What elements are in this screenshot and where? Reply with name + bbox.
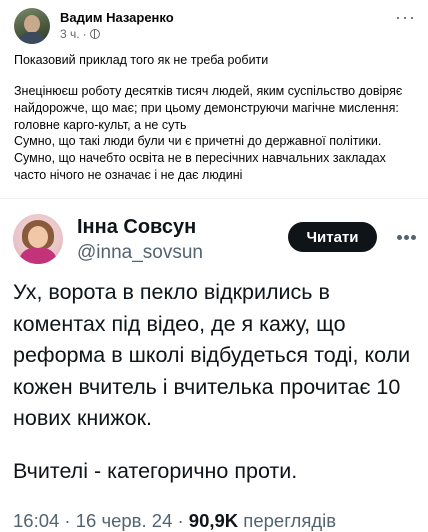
shared-tweet-screenshot: Інна Совсун @inna_sovsun Читати Ух, воро… — [0, 198, 428, 532]
post-meta: 3 ч. · — [60, 27, 100, 41]
post-paragraph: Показовий приклад того як не треба робит… — [14, 53, 269, 67]
author-avatar[interactable] — [14, 8, 50, 44]
follow-button: Читати — [288, 222, 377, 252]
dot — [404, 235, 409, 240]
avatar-body — [19, 248, 57, 264]
post-time[interactable]: 3 ч. — [60, 27, 80, 41]
more-options-icon[interactable]: ··· — [395, 8, 416, 26]
tweet-more-icon — [397, 235, 417, 241]
dot — [411, 235, 416, 240]
avatar-face — [28, 226, 48, 248]
tweet-text: Ух, ворота в пекло відкрились в коментах… — [13, 280, 411, 430]
tweet-text-second: Вчителі - категорично проти. — [13, 459, 298, 483]
post-paragraph: Знецінюєш роботу десятків тисяч людей, я… — [14, 84, 403, 132]
post-paragraph: Сумно, що такі люди були чи є причетні д… — [14, 134, 386, 182]
tweet-timestamp: 16:04 · 16 черв. 24 · — [13, 510, 189, 531]
views-label: переглядів — [238, 510, 337, 531]
tweet-author-name: Інна Совсун — [77, 216, 197, 238]
separator-dot: · — [82, 27, 87, 41]
facebook-post: Вадим Назаренко 3 ч. · ··· Показовий при… — [0, 0, 428, 192]
avatar-face — [24, 15, 40, 33]
globe-icon — [89, 29, 100, 39]
tweet-author-avatar — [13, 214, 63, 264]
author-name[interactable]: Вадим Назаренко — [60, 10, 174, 25]
views-count: 90,9K — [188, 510, 239, 531]
tweet-footer: 16:04 · 16 черв. 24 · 90,9K переглядів — [13, 510, 336, 532]
avatar-body — [18, 32, 46, 44]
tweet-author-handle: @inna_sovsun — [77, 242, 203, 263]
dot — [397, 235, 402, 240]
